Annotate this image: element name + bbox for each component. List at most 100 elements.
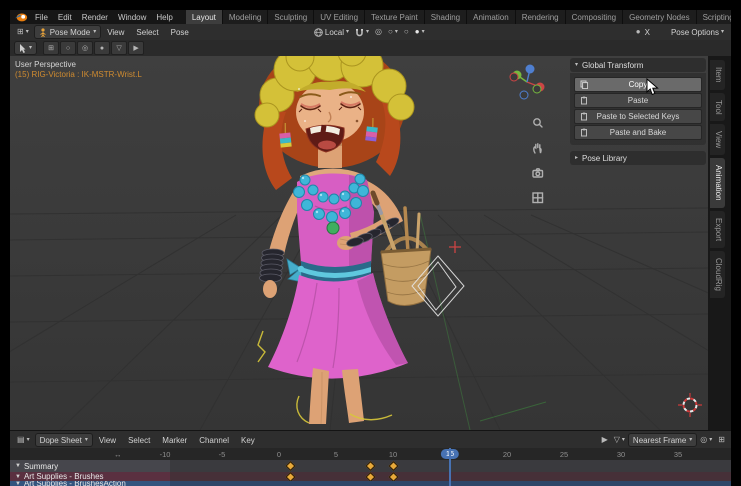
mode-label: Pose Mode (50, 28, 90, 37)
workspace-tab-texture-paint[interactable]: Texture Paint (365, 10, 425, 24)
workspace-tab-modeling[interactable]: Modeling (223, 10, 268, 24)
mode-dropdown[interactable]: Pose Mode ▾ (34, 25, 101, 39)
dope-sheet-mode-dropdown[interactable]: Dope Sheet ▾ (35, 433, 93, 447)
shading-solid-button[interactable]: ● ▾ (412, 26, 428, 38)
mouse-cursor (646, 78, 660, 96)
workspace-tab-shading[interactable]: Shading (425, 10, 467, 24)
keyframe-diamond[interactable] (389, 472, 399, 481)
proportional-editing-toggle[interactable]: ◎ ▾ (697, 434, 715, 446)
blender-logo-icon[interactable] (14, 12, 28, 22)
editor-type-button[interactable]: ⊞ ▾ (14, 26, 32, 38)
playhead-snap-toggle[interactable]: ▶ (599, 434, 611, 446)
gizmo-z-neg[interactable] (520, 91, 528, 99)
options-button[interactable]: ⊞ (715, 434, 728, 446)
chevron-right-icon: ▸ (575, 155, 578, 161)
menu-render[interactable]: Render (77, 10, 113, 24)
menu-edit[interactable]: Edit (53, 10, 77, 24)
channel-row-summary[interactable]: ▼ Summary (10, 460, 731, 472)
sidebar-tab-item[interactable]: Item (710, 60, 725, 90)
menu-help[interactable]: Help (151, 10, 177, 24)
expand-triangle-icon[interactable]: ▼ (15, 474, 21, 480)
pose-options-dropdown[interactable]: Pose Options ▾ (668, 26, 727, 38)
menu-pose[interactable]: Pose (165, 28, 195, 37)
channel-row-brushes[interactable]: ▼ Art Supplies - Brushes (10, 472, 731, 481)
channel-row-brushes-action[interactable]: ▼ Art Supplies - BrushesAction (10, 481, 731, 486)
expand-triangle-icon[interactable]: ▼ (15, 481, 21, 486)
shading-sphere-icon[interactable]: ● (636, 28, 641, 36)
workspace-tab-compositing[interactable]: Compositing (566, 10, 623, 24)
workspace-tab-sculpting[interactable]: Sculpting (268, 10, 314, 24)
zoom-icon[interactable] (534, 119, 542, 127)
tool-toggle-grid[interactable]: ⊞ (43, 41, 59, 55)
sidebar-tab-animation[interactable]: Animation (710, 158, 725, 208)
menu-window[interactable]: Window (113, 10, 151, 24)
blender-window: File Edit Render Window Help Layout Mode… (10, 10, 731, 486)
keyframe-diamond[interactable] (366, 461, 376, 471)
gizmo-z-axis[interactable] (526, 65, 535, 74)
menu-marker[interactable]: Marker (156, 436, 193, 445)
snap-mode-dropdown[interactable]: Nearest Frame ▾ (628, 433, 697, 447)
workspace-tab-uv-editing[interactable]: UV Editing (314, 10, 365, 24)
sidebar-tab-tool[interactable]: Tool (710, 93, 725, 122)
sidebar-tab-cloudrig[interactable]: CloudRig (710, 251, 725, 298)
workspace-tab-scripting[interactable]: Scripting (697, 10, 731, 24)
panel-global-transform-header[interactable]: ▾ Global Transform (570, 58, 706, 72)
menu-select[interactable]: Select (130, 28, 164, 37)
workspace-tab-rendering[interactable]: Rendering (516, 10, 566, 24)
grid-toggle-icon[interactable] (533, 193, 543, 203)
proportional-icon: ◎ (375, 28, 382, 36)
menu-channel[interactable]: Channel (193, 436, 235, 445)
ruler-tick: -10 (160, 450, 171, 459)
paste-button[interactable]: Paste (574, 93, 702, 108)
copy-button[interactable]: Copy (574, 77, 702, 92)
tool-settings-bar: ▾ ⊞ ○ ◎ ● ▽ ▶ (10, 40, 731, 57)
menu-select[interactable]: Select (122, 436, 156, 445)
mirror-x-toggle[interactable]: X (645, 28, 650, 37)
shading-wireframe-button[interactable]: ○ (401, 26, 412, 38)
menu-key[interactable]: Key (235, 436, 261, 445)
transform-orientation-dropdown[interactable]: Local ▾ (311, 26, 352, 38)
workspace-tab-animation[interactable]: Animation (467, 10, 516, 24)
active-tool-dropdown[interactable]: ▾ (14, 41, 37, 55)
expand-triangle-icon[interactable]: ▼ (15, 463, 21, 469)
overlays-toggle[interactable]: ○ ▾ (385, 26, 401, 38)
editor-type-button[interactable]: ▤ ▾ (14, 434, 33, 446)
dope-sheet-editor-icon: ▤ (17, 436, 25, 444)
tool-toggle-funnel[interactable]: ▽ (111, 41, 127, 55)
workspace-tab-layout[interactable]: Layout (186, 10, 223, 24)
snap-toggle[interactable]: ▾ (352, 26, 372, 38)
camera-icon[interactable] (533, 169, 543, 177)
tool-toggle-solid[interactable]: ● (94, 41, 110, 55)
chevron-down-icon: ▾ (721, 29, 724, 35)
filter-button[interactable]: ▽ ▾ (611, 434, 628, 446)
chevron-down-icon: ▾ (709, 437, 712, 443)
keyframe-diamond[interactable] (286, 472, 296, 481)
bracelets-right (260, 249, 285, 282)
paste-to-selected-keys-button[interactable]: Paste to Selected Keys (574, 109, 702, 124)
workspace-tab-geometry-nodes[interactable]: Geometry Nodes (623, 10, 696, 24)
overlays-icon: ○ (388, 28, 393, 36)
sidebar-tab-export[interactable]: Export (710, 211, 725, 248)
dope-sheet-mode-label: Dope Sheet (40, 436, 82, 445)
keyframe-diamond[interactable] (389, 461, 399, 471)
proportional-editing-toggle[interactable]: ◎ (372, 26, 385, 38)
tool-toggle-proportional[interactable]: ◎ (77, 41, 93, 55)
timeline-playhead[interactable] (449, 448, 451, 486)
viewport-3d[interactable]: User Perspective (15) RIG-Victoria : IK-… (10, 56, 708, 430)
copy-icon (580, 80, 588, 89)
tool-toggle-sphere[interactable]: ○ (60, 41, 76, 55)
menu-view[interactable]: View (101, 28, 130, 37)
keyframe-diamond[interactable] (286, 461, 296, 471)
orientation-label: Local (325, 28, 344, 37)
keyframe-diamond[interactable] (366, 472, 376, 481)
hand-icon[interactable] (534, 144, 541, 153)
tool-toggle-play[interactable]: ▶ (128, 41, 144, 55)
gizmo-x-neg[interactable] (510, 73, 518, 81)
menu-file[interactable]: File (30, 10, 53, 24)
gizmo-y-neg[interactable] (533, 85, 541, 93)
menu-view[interactable]: View (93, 436, 122, 445)
navigation-gizmo[interactable] (510, 65, 545, 100)
panel-pose-library-header[interactable]: ▸ Pose Library (570, 151, 706, 165)
sidebar-tab-view[interactable]: View (710, 124, 725, 155)
paste-and-bake-button[interactable]: Paste and Bake (574, 125, 702, 140)
